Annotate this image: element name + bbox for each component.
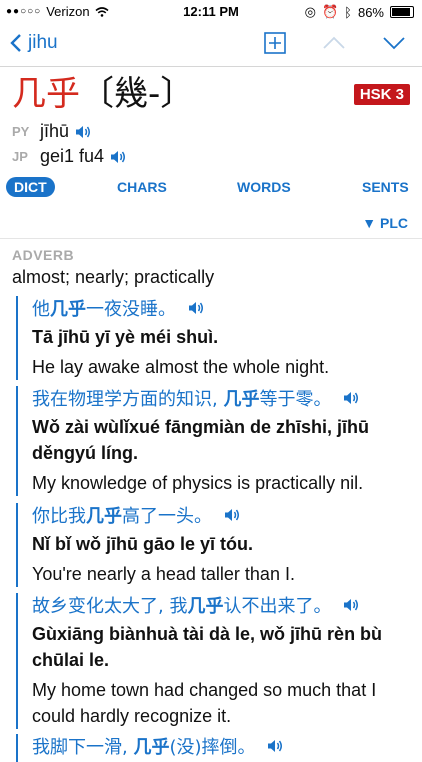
jyutping: gei1 fu4 xyxy=(40,146,105,166)
tab-dict[interactable]: DICT xyxy=(6,177,55,197)
divider xyxy=(0,238,422,239)
example-py-post: děngyú líng. xyxy=(32,443,138,463)
example-py-key: jīhū xyxy=(337,417,370,437)
speaker-icon[interactable] xyxy=(224,508,240,522)
speaker-icon[interactable] xyxy=(188,301,204,315)
jp-tag: JP xyxy=(12,149,28,164)
traditional-form: 〔幾-〕 xyxy=(80,74,195,114)
example-py-pre: Tā xyxy=(32,327,59,347)
example-py-pre: Gùxiāng biànhuà tài dà le, wǒ xyxy=(32,624,291,644)
example-zh-pre: 你比我 xyxy=(32,506,86,527)
back-button[interactable]: jihu xyxy=(10,32,58,54)
example-zh-post: 等于零。 xyxy=(259,389,332,410)
example-sentence[interactable]: 我脚下一滑, 几乎(没)摔倒。 xyxy=(16,734,402,762)
example-sentence[interactable]: 你比我几乎高了一头。 Nǐ bǐ wǒ jīhū gāo le yī tóu. … xyxy=(16,503,402,587)
plc-toggle[interactable]: ▼ PLC xyxy=(362,215,408,231)
hsk-badge: HSK 3 xyxy=(353,84,410,105)
example-en: He lay awake almost the whole night. xyxy=(32,357,330,377)
tab-sents[interactable]: SENTS xyxy=(362,179,409,195)
battery-icon xyxy=(390,6,414,18)
example-zh-post: 认不出来了。 xyxy=(223,596,332,617)
example-zh-key: 几乎 xyxy=(187,596,224,617)
example-py-pre: Wǒ zài wùlǐxué fāngmiàn de zhīshi, xyxy=(32,417,338,437)
status-bar: ●●○○○ Verizon 12:11 PM ◎ ⏰ ᛒ 86% xyxy=(0,0,422,22)
example-sentence[interactable]: 他几乎一夜没睡。 Tā jīhū yī yè méi shuì. He lay … xyxy=(16,296,402,380)
battery-percent: 86% xyxy=(357,4,384,20)
part-of-speech: ADVERB xyxy=(12,247,75,263)
example-zh-key: 几乎 xyxy=(133,737,170,758)
py-tag: PY xyxy=(12,124,30,139)
example-sentence[interactable]: 故乡变化太大了, 我几乎认不出来了。 Gùxiāng biànhuà tài d… xyxy=(16,593,402,729)
tab-words[interactable]: WORDS xyxy=(237,179,291,195)
speaker-icon[interactable] xyxy=(343,598,359,612)
example-py-post: gāo le yī tóu. xyxy=(138,534,254,554)
chevron-up-icon[interactable] xyxy=(322,36,346,50)
example-py-post: yī yè méi shuì. xyxy=(90,327,219,347)
example-en: My home town had changed so much that I … xyxy=(32,680,377,726)
chevron-down-icon[interactable] xyxy=(382,36,406,50)
jyutping-row[interactable]: JP gei1 fu4 xyxy=(12,146,126,167)
example-zh-key: 几乎 xyxy=(86,506,122,527)
example-zh-key: 几乎 xyxy=(223,389,260,410)
speaker-icon[interactable] xyxy=(267,739,283,753)
back-label: jihu xyxy=(28,32,58,53)
example-zh-pre: 我在物理学方面的知识, xyxy=(32,389,224,410)
entry-header: 几乎〔幾-〕 HSK 3 xyxy=(12,72,410,116)
example-en: You're nearly a head taller than I. xyxy=(32,564,295,584)
example-zh-post: (没)摔倒。 xyxy=(169,737,256,758)
speaker-icon[interactable] xyxy=(75,125,91,139)
example-sentence[interactable]: 我在物理学方面的知识, 几乎等于零。 Wǒ zài wùlǐxué fāngmi… xyxy=(16,386,402,496)
example-zh-pre: 他 xyxy=(32,299,50,320)
nav-bar: jihu xyxy=(0,22,422,67)
chevron-left-icon xyxy=(10,34,21,52)
location-icon: ◎ xyxy=(304,4,316,19)
headword: 几乎 xyxy=(12,74,80,114)
add-flashcard-icon[interactable] xyxy=(264,32,286,54)
example-zh-key: 几乎 xyxy=(50,299,86,320)
tab-chars[interactable]: CHARS xyxy=(117,179,167,195)
bluetooth-icon: ᛒ xyxy=(344,4,352,20)
speaker-icon[interactable] xyxy=(343,391,359,405)
pinyin: jīhū xyxy=(40,121,70,141)
example-py-pre: Nǐ bǐ wǒ xyxy=(32,534,106,554)
tab-bar: DICT CHARS WORDS SENTS xyxy=(0,177,422,199)
definition: almost; nearly; practically xyxy=(12,267,215,287)
example-py-key: jīhū xyxy=(106,534,138,554)
example-zh-pre: 我脚下一滑, xyxy=(32,737,134,758)
example-py-key: jīhū xyxy=(290,624,323,644)
example-zh-pre: 故乡变化太大了, 我 xyxy=(32,596,188,617)
example-en: My knowledge of physics is practically n… xyxy=(32,473,364,493)
example-zh-post: 高了一头。 xyxy=(122,506,212,527)
example-zh-post: 一夜没睡。 xyxy=(86,299,176,320)
example-py-key: jīhū xyxy=(58,327,91,347)
alarm-icon: ⏰ xyxy=(321,4,339,19)
speaker-icon[interactable] xyxy=(110,150,126,164)
pinyin-row[interactable]: PY jīhū xyxy=(12,121,91,142)
